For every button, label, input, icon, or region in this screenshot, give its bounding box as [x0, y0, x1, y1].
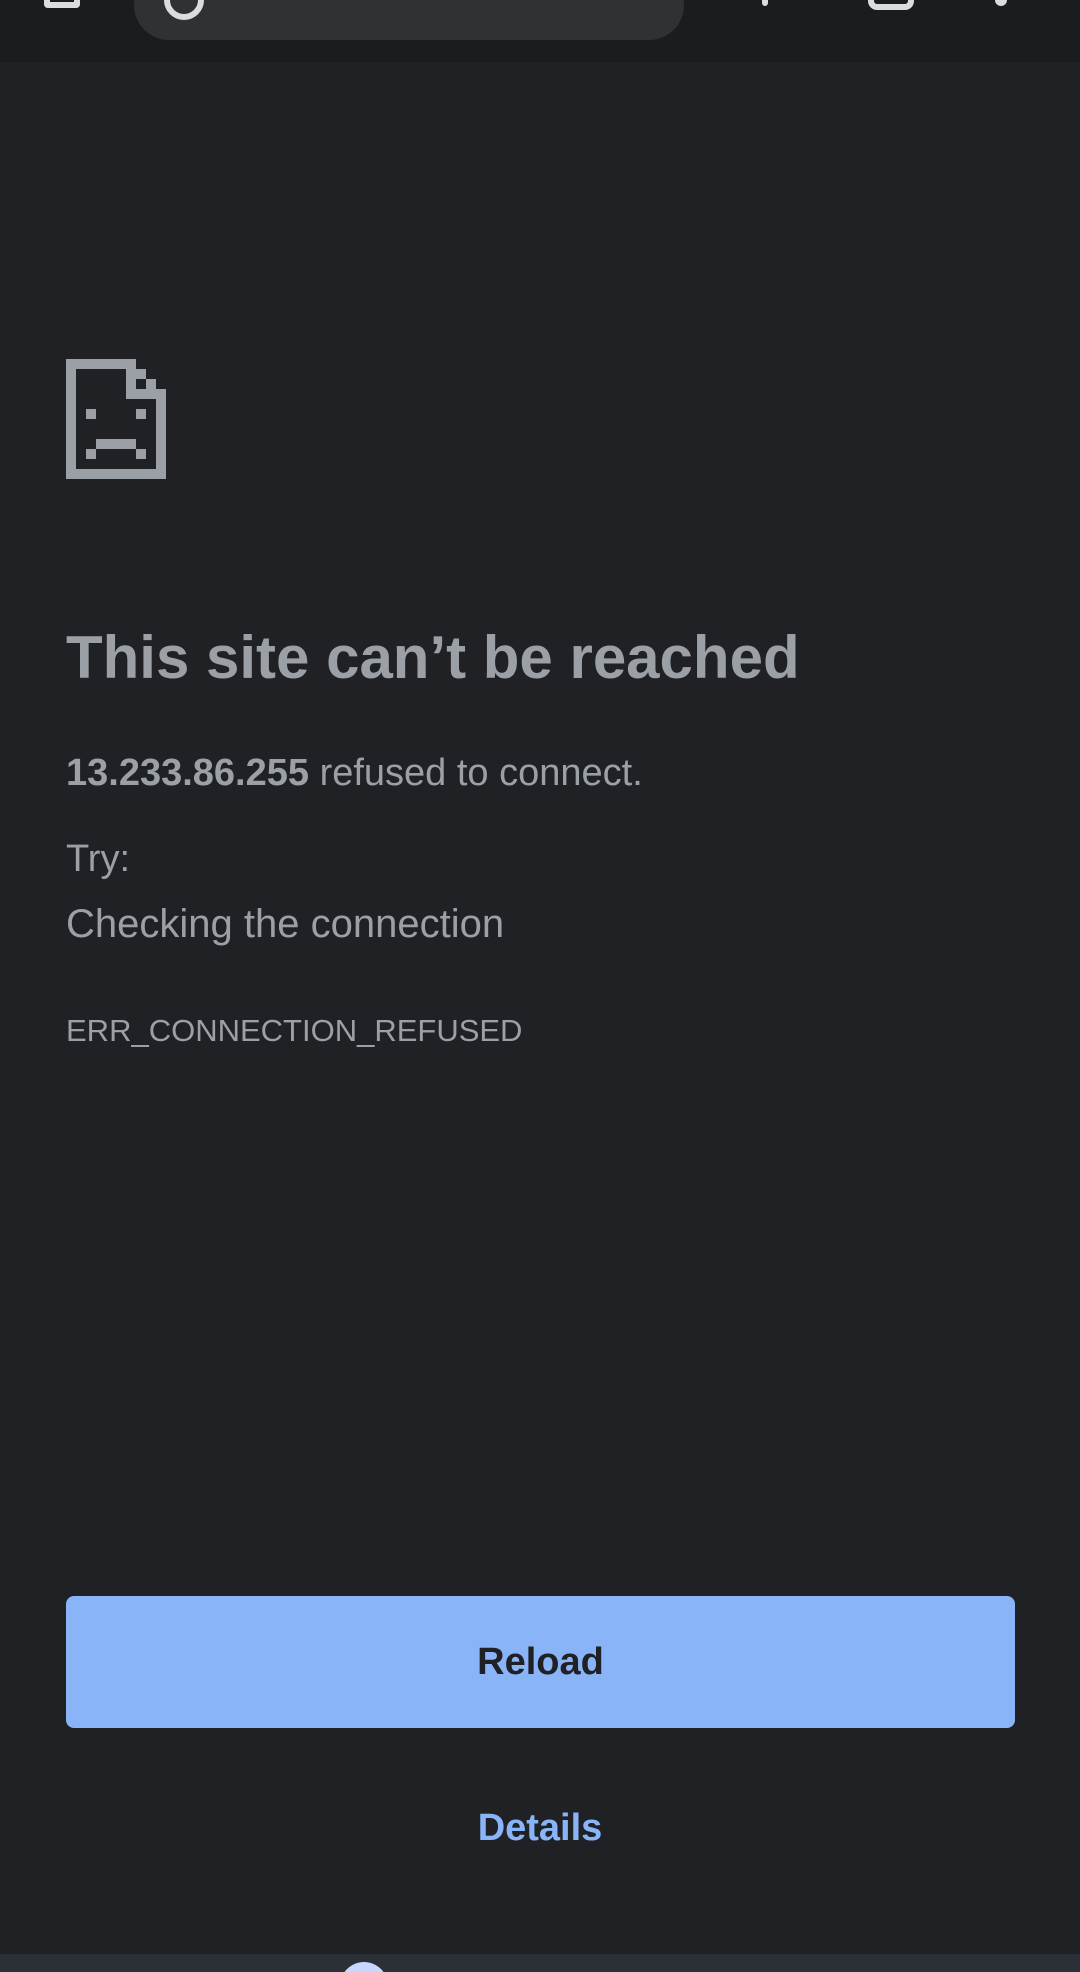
- try-label: Try:: [66, 838, 131, 880]
- site-info-icon[interactable]: [164, 0, 204, 20]
- address-bar[interactable]: 13.233.86.255:7235/t: [134, 0, 684, 40]
- error-code: ERR_CONNECTION_REFUSED: [66, 1013, 523, 1048]
- reload-button[interactable]: Reload: [66, 1596, 1015, 1728]
- tab-switcher-icon[interactable]: [868, 0, 914, 10]
- sad-document-icon: [66, 359, 166, 479]
- more-menu-icon[interactable]: [995, 0, 1007, 6]
- error-title: This site can’t be reached: [66, 624, 800, 691]
- home-icon[interactable]: [44, 0, 80, 8]
- new-tab-icon[interactable]: [762, 0, 768, 6]
- address-bar-url[interactable]: 13.233.86.255:7235/t: [232, 0, 591, 10]
- error-page: 13.233.86.255:7235/t: [0, 0, 1080, 1972]
- details-button[interactable]: Details: [440, 1800, 640, 1856]
- error-host: 13.233.86.255: [66, 752, 310, 794]
- system-nav-bar: [0, 1954, 1080, 1972]
- nav-indicator: [340, 1962, 388, 1972]
- error-message: refused to connect.: [309, 752, 643, 794]
- error-summary: 13.233.86.255 refused to connect.: [66, 750, 643, 796]
- suggestion-checking-connection: Checking the connection: [66, 902, 505, 946]
- browser-toolbar: 13.233.86.255:7235/t: [0, 0, 1080, 62]
